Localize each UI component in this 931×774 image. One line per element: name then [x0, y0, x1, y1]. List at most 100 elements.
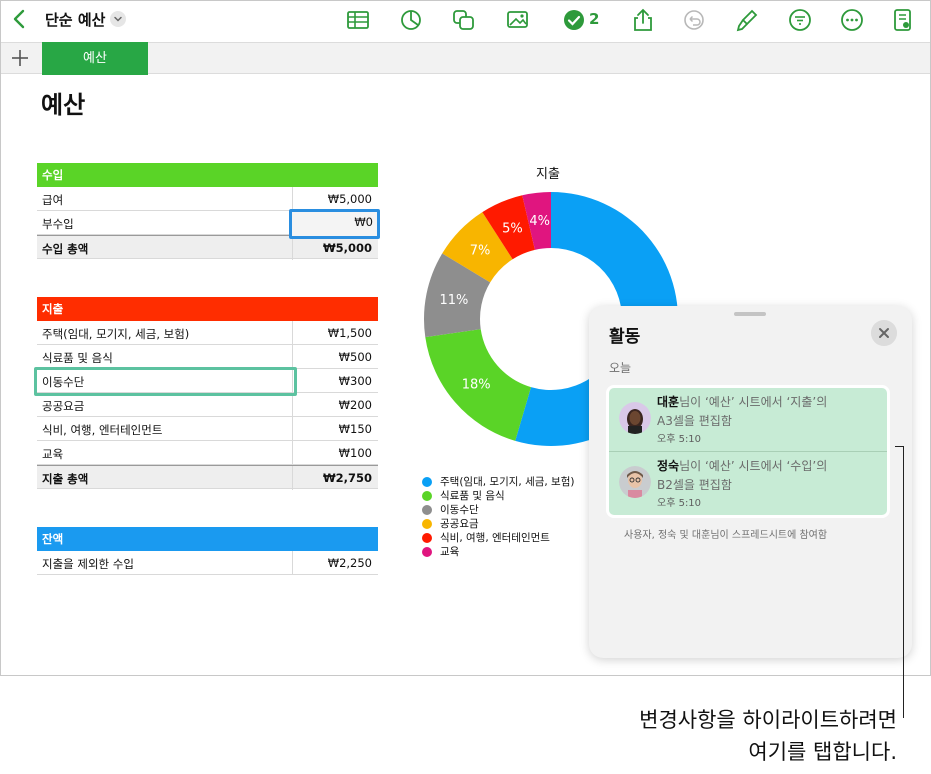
column-divider: [292, 321, 293, 345]
activity-text: 대훈님이 ‘예산’ 시트에서 ‘지출’의 A3셀을 편집함: [657, 393, 877, 431]
collaborator-count[interactable]: 2: [589, 10, 599, 28]
sort-filter-icon[interactable]: [787, 8, 813, 32]
row-value: ₩500: [338, 350, 372, 364]
legend-swatch: [422, 491, 432, 501]
slice-data-label: 11%: [440, 293, 469, 308]
activity-list[interactable]: 대훈님이 ‘예산’ 시트에서 ‘지출’의 A3셀을 편집함 오후 5:10 정숙…: [606, 385, 890, 518]
column-divider: [292, 551, 293, 575]
slice-data-label: 18%: [462, 377, 491, 392]
activity-item[interactable]: 정숙님이 ‘예산’ 시트에서 ‘수입’의 B2셀을 편집함 오후 5:10: [609, 452, 887, 516]
media-icon[interactable]: [505, 8, 531, 32]
column-divider: [292, 466, 293, 490]
chevron-down-icon[interactable]: [110, 11, 126, 27]
callout-line2: 여기를 탭합니다.: [748, 740, 897, 764]
legend-item: 식비, 여행, 엔터테인먼트: [422, 531, 574, 545]
activity-line2: B2셀을 편집함: [657, 478, 732, 492]
document-title[interactable]: 단순 예산: [45, 9, 105, 30]
legend-label: 주택(임대, 모기지, 세금, 보험): [440, 476, 575, 488]
cell-value: ₩0: [354, 215, 373, 229]
share-icon[interactable]: [630, 8, 656, 32]
row-label: 부수입: [42, 217, 74, 231]
legend-swatch: [422, 547, 432, 557]
column-divider: [292, 187, 293, 211]
slice-data-label: 5%: [502, 221, 523, 236]
table-row[interactable]: 교육 ₩100: [37, 441, 378, 465]
row-label: 공공요금: [42, 399, 85, 413]
column-divider: [292, 417, 293, 441]
more-icon[interactable]: [839, 8, 865, 32]
table-row[interactable]: 주택(임대, 모기지, 세금, 보험) ₩1,500: [37, 321, 378, 345]
activity-line1: 님이 ‘예산’ 시트에서 ‘수입’의: [679, 459, 828, 473]
total-row[interactable]: 지출 총액 ₩2,750: [37, 465, 378, 490]
callout-line1: 변경사항을 하이라이트하려면: [639, 708, 897, 732]
section-today: 오늘: [609, 361, 632, 375]
legend-item: 식료품 및 음식: [422, 489, 574, 503]
callout-text: 변경사항을 하이라이트하려면 여기를 탭합니다.: [639, 704, 897, 768]
collaborator-edited-cell-a3[interactable]: [34, 367, 297, 396]
avatar: [619, 402, 651, 434]
table-icon[interactable]: [345, 8, 371, 32]
back-chevron-icon[interactable]: [9, 7, 31, 31]
legend-item: 주택(임대, 모기지, 세금, 보험): [422, 475, 574, 489]
activity-time: 오후 5:10: [657, 498, 702, 509]
activity-line2: A3셀을 편집함: [657, 414, 732, 428]
legend-swatch: [422, 533, 432, 543]
row-label: 주택(임대, 모기지, 세금, 보험): [42, 327, 190, 341]
callout-line: [903, 446, 904, 718]
panel-grabber[interactable]: [734, 312, 766, 316]
row-label: 교육: [42, 447, 64, 461]
legend-label: 이동수단: [440, 504, 479, 516]
document-view-icon[interactable]: [890, 8, 916, 32]
legend-swatch: [422, 505, 432, 515]
row-value: ₩5,000: [327, 192, 372, 206]
activity-title: 활동: [609, 327, 641, 347]
balance-table-header[interactable]: 잔액: [37, 527, 378, 551]
legend-item: 교육: [422, 545, 574, 559]
close-icon[interactable]: [871, 320, 897, 346]
column-divider: [292, 236, 293, 260]
activity-item[interactable]: 대훈님이 ‘예산’ 시트에서 ‘지출’의 A3셀을 편집함 오후 5:10: [609, 388, 887, 452]
format-brush-icon[interactable]: [734, 8, 760, 32]
row-value: ₩150: [338, 422, 372, 436]
total-value: ₩2,750: [322, 471, 372, 485]
chart-icon[interactable]: [398, 8, 424, 32]
row-label: 급여: [42, 193, 64, 207]
activity-panel: 활동 오늘 대훈님이 ‘예산’ 시트에서 ‘지출’의 A3셀을 편집함 오후 5…: [589, 306, 912, 658]
column-divider: [292, 441, 293, 465]
avatar: [619, 466, 651, 498]
participants-note: 사용자, 정숙 및 대훈님이 스프레드시트에 참여함: [624, 530, 828, 541]
undo-icon[interactable]: [681, 8, 707, 32]
column-divider: [292, 345, 293, 369]
table-row[interactable]: 급여 ₩5,000: [37, 187, 378, 211]
sheet-tab-bar: 예산: [1, 42, 930, 75]
collaborate-icon[interactable]: [561, 8, 587, 32]
legend-item: 이동수단: [422, 503, 574, 517]
table-row[interactable]: 지출을 제외한 수입 ₩2,250: [37, 551, 378, 575]
expense-table-header[interactable]: 지출: [37, 297, 378, 321]
row-value: ₩1,500: [327, 326, 372, 340]
slice-data-label: 4%: [529, 214, 550, 229]
legend-label: 식비, 여행, 엔터테인먼트: [440, 532, 550, 544]
total-label: 수입 총액: [42, 242, 89, 256]
row-label: 식료품 및 음식: [42, 351, 113, 365]
toolbar: 단순 예산 2: [1, 1, 930, 41]
table-row[interactable]: 공공요금 ₩200: [37, 393, 378, 417]
row-value: ₩2,250: [327, 556, 372, 570]
activity-time: 오후 5:10: [657, 434, 702, 445]
slice-data-label: 7%: [470, 244, 491, 259]
income-table-header[interactable]: 수입: [37, 163, 378, 187]
activity-user: 정숙: [657, 459, 680, 473]
tab-budget[interactable]: 예산: [42, 42, 148, 75]
selected-cell-b2[interactable]: ₩0: [289, 209, 380, 239]
activity-line1: 님이 ‘예산’ 시트에서 ‘지출’의: [679, 395, 828, 409]
table-row[interactable]: 식비, 여행, 엔터테인먼트 ₩150: [37, 417, 378, 441]
row-label: 식비, 여행, 엔터테인먼트: [42, 423, 163, 437]
legend-swatch: [422, 477, 432, 487]
row-value: ₩300: [338, 374, 372, 388]
table-row[interactable]: 식료품 및 음식 ₩500: [37, 345, 378, 369]
legend-label: 식료품 및 음식: [440, 490, 505, 502]
total-label: 지출 총액: [42, 472, 89, 486]
activity-user: 대훈: [657, 395, 680, 409]
add-sheet-icon[interactable]: [9, 47, 31, 69]
shape-icon[interactable]: [451, 8, 477, 32]
